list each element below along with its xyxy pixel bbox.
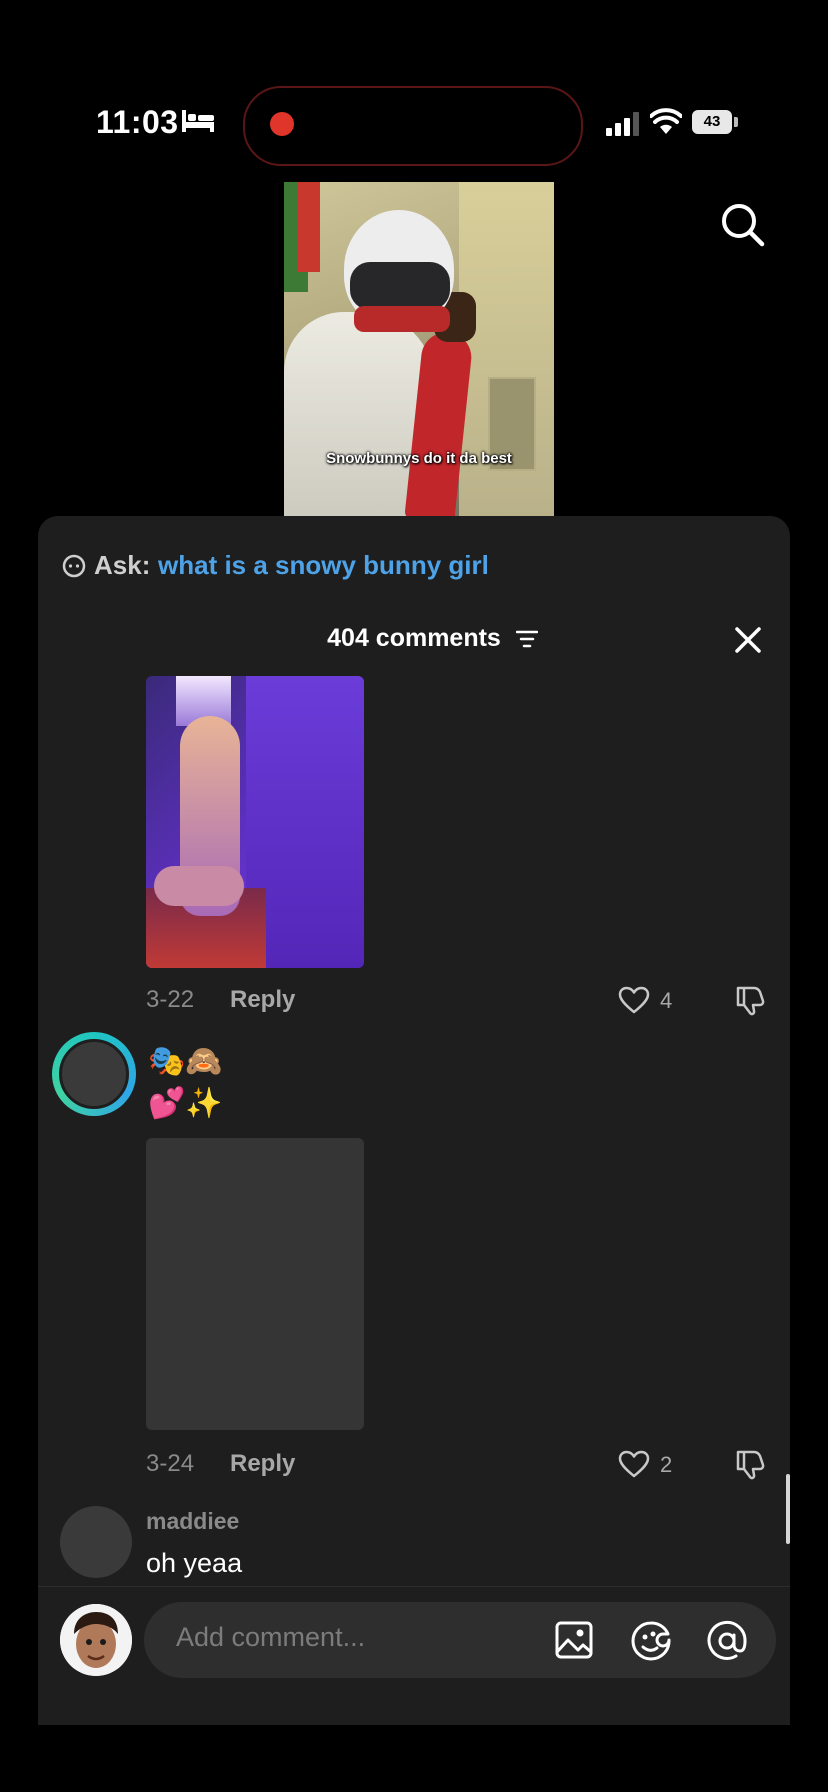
comment-emoji-text: 💕✨: [148, 1087, 223, 1120]
my-avatar[interactable]: [60, 1604, 132, 1676]
comment-text: oh yeaa: [146, 1548, 243, 1578]
status-time: 11:03: [96, 104, 179, 140]
comment-image[interactable]: [146, 676, 364, 968]
comment-date: 3-24: [146, 1450, 195, 1477]
heart-icon[interactable]: [618, 986, 650, 1014]
avatar[interactable]: [59, 1039, 129, 1109]
signal-icon: [606, 112, 639, 136]
reply-button[interactable]: Reply: [230, 1450, 295, 1478]
bed-icon: [182, 110, 214, 132]
at-icon[interactable]: [706, 1620, 748, 1662]
like-count: 4: [660, 988, 673, 1013]
battery-nub: [734, 117, 738, 127]
ask-ai-icon[interactable]: [62, 554, 86, 578]
like-count: 2: [660, 1452, 673, 1477]
heart-icon[interactable]: [618, 1450, 650, 1478]
dislike-icon[interactable]: [734, 1448, 766, 1480]
wifi-icon: [650, 108, 682, 134]
close-icon[interactable]: [732, 624, 764, 656]
comment-username[interactable]: maddiee: [146, 1508, 239, 1535]
comment-input-placeholder[interactable]: Add comment...: [176, 1622, 365, 1653]
avatar[interactable]: [60, 1506, 132, 1578]
battery-icon: 43: [692, 110, 732, 134]
filter-icon[interactable]: [516, 630, 538, 648]
emoji-icon[interactable]: [630, 1620, 672, 1662]
comment-date: 3-22: [146, 986, 195, 1013]
reply-button[interactable]: Reply: [230, 986, 295, 1014]
comments-count-title: 404 comments: [327, 624, 501, 652]
video-player[interactable]: Snowbunnys do it da best: [284, 182, 554, 516]
image-icon[interactable]: [554, 1620, 594, 1660]
dynamic-island[interactable]: [243, 86, 583, 166]
video-caption: Snowbunnys do it da best: [326, 450, 512, 467]
comment-emoji-text: 🎭🙈: [148, 1045, 223, 1078]
record-dot-icon: [270, 112, 294, 136]
comment-image-placeholder[interactable]: [146, 1138, 364, 1430]
ask-label: Ask:: [94, 550, 151, 580]
search-icon[interactable]: [718, 200, 768, 250]
ask-query-link[interactable]: what is a snowy bunny girl: [158, 550, 489, 581]
scrollbar[interactable]: [786, 1474, 790, 1544]
dislike-icon[interactable]: [734, 984, 766, 1016]
